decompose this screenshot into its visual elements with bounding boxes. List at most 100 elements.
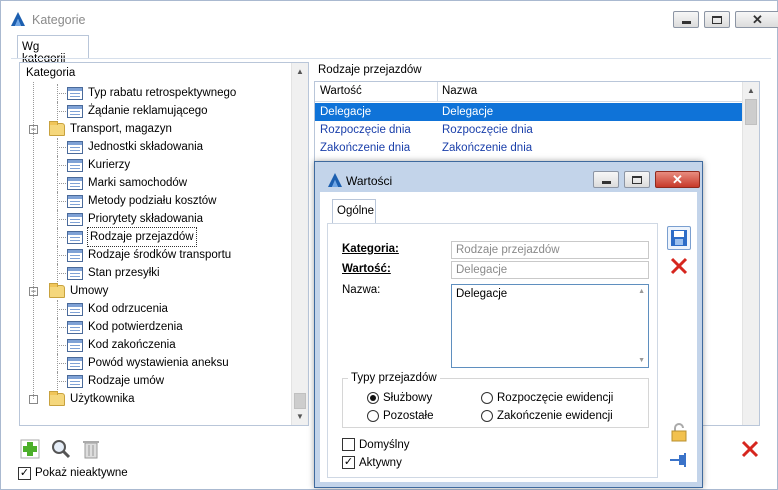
tree-item[interactable]: Marki samochodów bbox=[67, 174, 187, 192]
close-icon: ✕ bbox=[752, 12, 763, 27]
radio-button[interactable] bbox=[481, 392, 493, 404]
tree-item[interactable]: Rodzaje umów bbox=[67, 372, 164, 390]
column-header-nazwa[interactable]: Nazwa bbox=[442, 85, 477, 97]
magnifier-icon bbox=[52, 440, 71, 459]
active-checkbox[interactable]: ✓ bbox=[342, 456, 355, 469]
category-icon bbox=[67, 302, 83, 316]
tree-item-label: Kod zakończenia bbox=[88, 339, 176, 351]
kategoria-label: Kategoria: bbox=[342, 243, 399, 255]
scroll-thumb[interactable] bbox=[294, 393, 306, 409]
grid-scrollbar[interactable]: ▲ bbox=[742, 82, 759, 425]
red-x-icon bbox=[670, 257, 688, 275]
scroll-thumb[interactable] bbox=[745, 99, 757, 125]
wartosc-field[interactable]: Delegacje bbox=[451, 261, 649, 279]
tree-item[interactable]: Jednostki składowania bbox=[67, 138, 203, 156]
maximize-button[interactable] bbox=[704, 11, 730, 28]
tree-item[interactable]: Metody podziału kosztów bbox=[67, 192, 216, 210]
folder-icon bbox=[49, 120, 65, 136]
maximize-icon bbox=[632, 175, 642, 184]
category-icon bbox=[67, 266, 83, 280]
tab-wg-kategorii[interactable]: Wg kategorii bbox=[17, 35, 89, 65]
tree-connector bbox=[57, 246, 58, 264]
tree-item[interactable]: Powód wystawienia aneksu bbox=[67, 354, 229, 372]
main-cancel-button[interactable] bbox=[738, 437, 762, 461]
close-button[interactable]: ✕ bbox=[735, 11, 778, 28]
category-icon bbox=[67, 320, 83, 334]
tree-item[interactable]: Kurierzy bbox=[67, 156, 130, 174]
table-row[interactable]: Delegacje Delegacje bbox=[315, 103, 743, 121]
dialog-cancel-button[interactable] bbox=[667, 254, 691, 278]
textarea-scroll-down-icon[interactable]: ▼ bbox=[638, 357, 645, 364]
tree-item-label: Stan przesyłki bbox=[88, 267, 160, 279]
tree-connector bbox=[57, 309, 66, 310]
tree-item-label: Użytkownika bbox=[70, 393, 135, 405]
add-button[interactable] bbox=[18, 437, 42, 461]
radio-button[interactable] bbox=[367, 410, 379, 422]
tree-item[interactable]: Rodzaje przejazdów bbox=[67, 227, 197, 247]
textarea-scroll-up-icon[interactable]: ▲ bbox=[638, 288, 645, 295]
minimize-button[interactable] bbox=[673, 11, 699, 28]
delete-button[interactable] bbox=[79, 437, 103, 461]
tree-item-label: Kod odrzucenia bbox=[88, 303, 168, 315]
search-button[interactable] bbox=[49, 437, 73, 461]
tree-connector bbox=[57, 363, 66, 364]
tree-item[interactable]: Priorytety składowania bbox=[67, 210, 203, 228]
tree-connector bbox=[57, 138, 58, 156]
tree-item[interactable]: Użytkownika bbox=[49, 390, 135, 408]
column-header-wartosc[interactable]: Wartość bbox=[320, 85, 362, 97]
dialog-maximize-button[interactable] bbox=[624, 171, 650, 188]
radio-label: Rozpoczęcie ewidencji bbox=[497, 392, 614, 404]
tab-ogolne[interactable]: Ogólne bbox=[332, 199, 376, 223]
tree-item[interactable]: Typ rabatu retrospektywnego bbox=[67, 84, 236, 102]
default-checkbox[interactable] bbox=[342, 438, 355, 451]
wartosc-label: Wartość: bbox=[342, 263, 391, 275]
show-inactive-checkbox[interactable]: ✓ bbox=[18, 467, 31, 480]
dialog-minimize-button[interactable] bbox=[593, 171, 619, 188]
scroll-down-icon[interactable]: ▼ bbox=[292, 408, 308, 425]
tree-item-label: Rodzaje przejazdów bbox=[87, 227, 197, 247]
tree-connector bbox=[57, 300, 58, 318]
tree-item[interactable]: Stan przesyłki bbox=[67, 264, 160, 282]
category-icon bbox=[67, 248, 83, 262]
tree-scrollbar[interactable]: ▲ ▼ bbox=[291, 63, 308, 425]
scroll-up-icon[interactable]: ▲ bbox=[292, 63, 308, 80]
title-bar: Kategorie ✕ bbox=[1, 1, 778, 35]
tree-item[interactable]: Transport, magazyn bbox=[49, 120, 172, 138]
tree-item[interactable]: Kod potwierdzenia bbox=[67, 318, 183, 336]
category-tree[interactable]: Kategoria Typ rabatu retrospektywnego Żąd… bbox=[19, 62, 309, 426]
active-label: Aktywny bbox=[359, 457, 402, 469]
pin-button[interactable] bbox=[667, 448, 691, 472]
tree-item[interactable]: Kod odrzucenia bbox=[67, 300, 168, 318]
tree-item[interactable]: Rodzaje środków transportu bbox=[67, 246, 231, 264]
save-button[interactable] bbox=[667, 226, 691, 250]
dialog-close-button[interactable]: ✕ bbox=[655, 171, 700, 188]
column-separator bbox=[437, 82, 438, 102]
table-row[interactable]: Rozpoczęcie dnia Rozpoczęcie dnia bbox=[315, 121, 743, 139]
table-row[interactable]: Zakończenie dnia Zakończenie dnia bbox=[315, 139, 743, 157]
tree-connector bbox=[57, 327, 66, 328]
tree-connector bbox=[57, 183, 66, 184]
cell-wartosc: Zakończenie dnia bbox=[320, 142, 411, 154]
folder-icon bbox=[49, 390, 65, 406]
tree-item[interactable]: Żądanie reklamującego bbox=[67, 102, 208, 120]
app-logo-icon bbox=[11, 12, 25, 26]
kategoria-field[interactable]: Rodzaje przejazdów bbox=[451, 241, 649, 259]
lock-button[interactable] bbox=[667, 420, 691, 444]
tree-item[interactable]: Umowy bbox=[49, 282, 108, 300]
radio-label: Zakończenie ewidencji bbox=[497, 410, 613, 422]
tree-connector bbox=[57, 372, 58, 390]
tree-item[interactable]: Kod zakończenia bbox=[67, 336, 176, 354]
scroll-up-icon[interactable]: ▲ bbox=[743, 82, 759, 99]
tree-connector bbox=[57, 381, 66, 382]
nazwa-textarea[interactable]: Delegacje ▲ ▼ bbox=[451, 284, 649, 368]
tree-connector bbox=[57, 336, 58, 354]
tree-connector bbox=[57, 237, 66, 238]
radio-button[interactable] bbox=[481, 410, 493, 422]
tree-connector bbox=[57, 102, 58, 120]
tree-item-label: Transport, magazyn bbox=[70, 123, 172, 135]
radio-button[interactable] bbox=[367, 392, 379, 404]
tree-connector bbox=[57, 174, 58, 192]
cell-nazwa: Zakończenie dnia bbox=[442, 142, 533, 154]
tree-connector bbox=[57, 165, 66, 166]
trash-icon bbox=[83, 441, 99, 459]
